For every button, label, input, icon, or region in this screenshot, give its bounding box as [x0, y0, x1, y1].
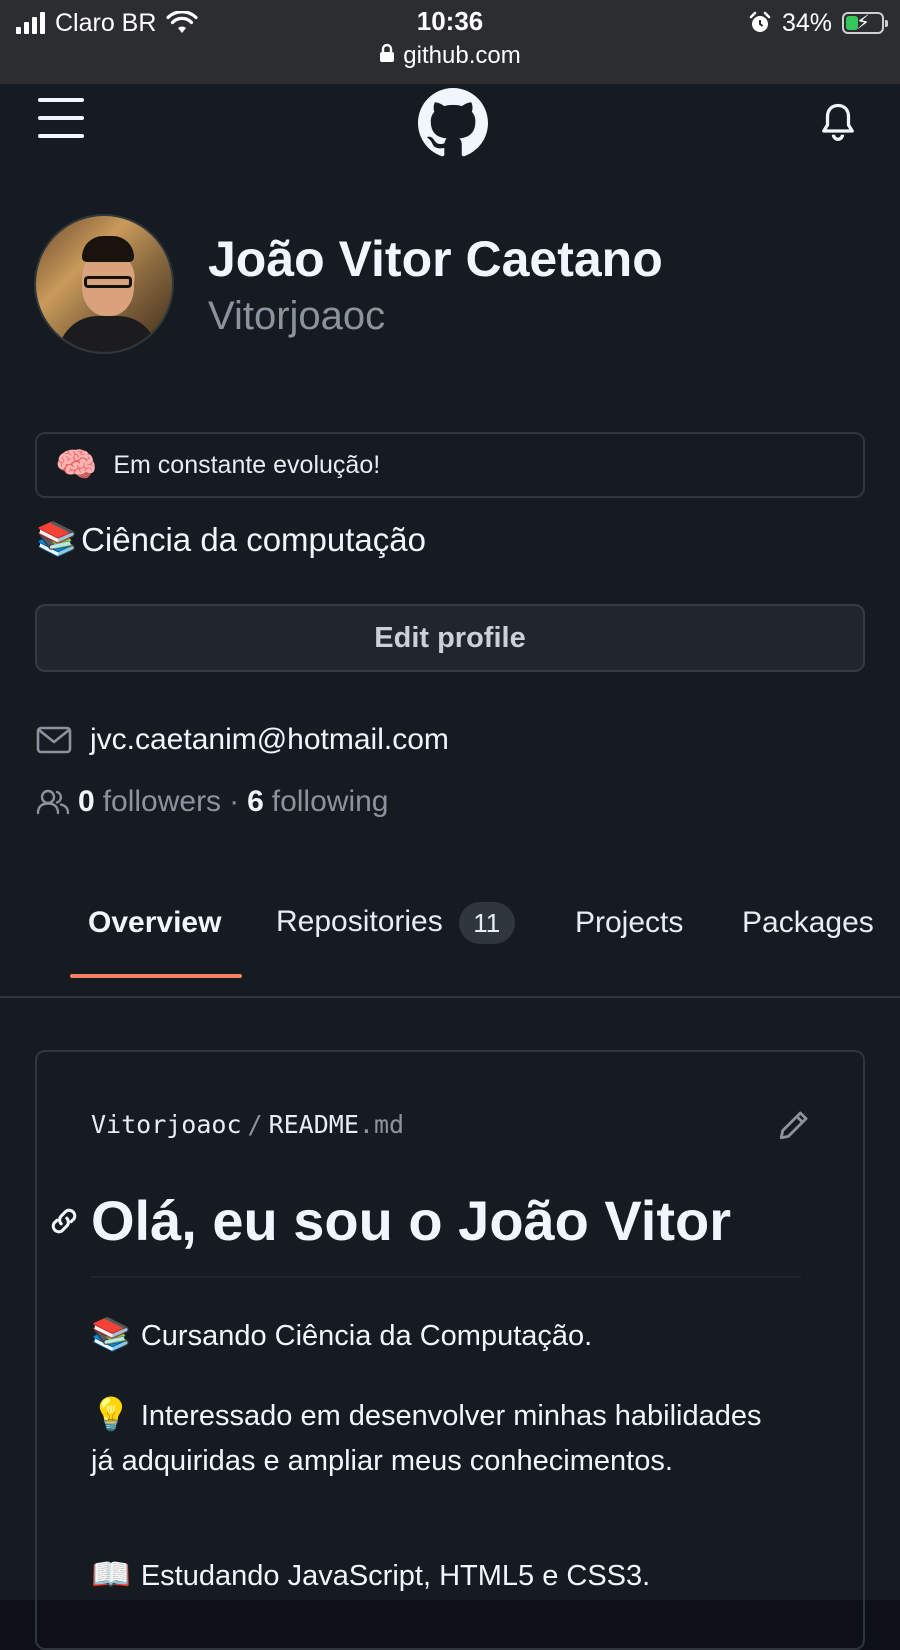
readme-path: Vitorjoaoc / README.md — [91, 1110, 404, 1139]
tab-projects[interactable]: Projects — [575, 906, 683, 940]
readme-file-base: README — [268, 1110, 359, 1139]
battery-icon: ⚡ — [842, 12, 888, 34]
active-tab-underline — [70, 974, 242, 978]
tab-overview[interactable]: Overview — [88, 906, 221, 940]
address-bar[interactable]: github.com — [0, 42, 900, 70]
ios-status-bar: Claro BR 10:36 34% ⚡ github.com — [0, 0, 900, 84]
email-row[interactable]: jvc.caetanim@hotmail.com — [36, 720, 449, 760]
readme-card: Vitorjoaoc / README.md Olá, eu sou o João … — [35, 1050, 865, 1650]
follow-separator: · — [229, 785, 240, 818]
lightbulb-emoji-icon: 💡 — [91, 1396, 131, 1432]
followers-label: followers — [102, 785, 222, 818]
avatar[interactable] — [34, 214, 174, 354]
avatar-hair — [82, 236, 134, 262]
readme-owner-link[interactable]: Vitorjoaoc — [91, 1110, 242, 1139]
follow-stats: 0 followers · 6 following — [36, 782, 388, 822]
profile-login: Vitorjoaoc — [208, 294, 386, 338]
books-emoji-icon: 📚 — [36, 520, 78, 557]
paragraph-text: Interessado em desenvolver minhas habili… — [91, 1400, 762, 1477]
profile-bio: 📚 Ciência da computação — [36, 520, 426, 559]
profile-name: João Vitor Caetano — [208, 231, 663, 287]
readme-paragraph: 💡 Interessado em desenvolver minhas habil… — [91, 1392, 791, 1484]
readme-paragraph: 📖 Estudando JavaScript, HTML5 e CSS3. — [91, 1552, 791, 1599]
readme-file-link[interactable]: README.md — [269, 1110, 404, 1139]
following-label: following — [271, 785, 389, 818]
readme-file-ext: .md — [358, 1110, 405, 1139]
repositories-count-badge: 11 — [458, 902, 515, 944]
status-text: Em constante evolução! — [113, 450, 381, 479]
people-icon — [36, 789, 70, 815]
alarm-icon — [749, 11, 771, 32]
tab-repositories-label: Repositories — [276, 904, 443, 938]
charging-bolt-icon: ⚡ — [855, 12, 871, 34]
paragraph-text: Estudando JavaScript, HTML5 e CSS3. — [140, 1560, 651, 1592]
status-right: 34% ⚡ — [748, 6, 888, 40]
tab-repositories[interactable]: Repositories 11 — [276, 902, 515, 944]
mail-icon — [36, 726, 72, 754]
heading-divider — [91, 1276, 801, 1278]
bell-icon[interactable] — [820, 102, 856, 142]
following-count: 6 — [247, 785, 264, 818]
path-separator: / — [247, 1110, 263, 1139]
github-mark-icon[interactable] — [418, 88, 488, 158]
edit-profile-button[interactable]: Edit profile — [35, 604, 865, 672]
paragraph-text: Cursando Ciência da Computação. — [140, 1320, 593, 1352]
battery-percent: 34% — [781, 8, 832, 37]
avatar-shirt — [58, 316, 158, 352]
link-icon[interactable] — [47, 1204, 81, 1238]
following-link[interactable]: 6 following — [247, 785, 388, 819]
followers-link[interactable]: 0 followers — [78, 785, 221, 819]
pencil-icon[interactable] — [777, 1108, 811, 1142]
hamburger-icon[interactable] — [38, 98, 84, 138]
bio-text: Ciência da computação — [81, 520, 426, 558]
github-header — [0, 84, 900, 170]
avatar-glasses — [84, 276, 132, 288]
url-text: github.com — [403, 42, 521, 69]
readme-paragraph: 📚 Cursando Ciência da Computação. — [91, 1312, 791, 1359]
tab-packages[interactable]: Packages — [742, 906, 874, 940]
books-emoji-icon: 📚 — [91, 1316, 131, 1352]
open-book-emoji-icon: 📖 — [91, 1556, 131, 1592]
lock-icon — [380, 43, 395, 62]
user-status[interactable]: 🧠 Em constante evolução! — [35, 432, 865, 498]
tabs-divider — [0, 996, 900, 998]
readme-heading: Olá, eu sou o João Vitor — [91, 1189, 731, 1252]
brain-emoji-icon: 🧠 — [55, 446, 98, 484]
followers-count: 0 — [78, 785, 95, 818]
email-link[interactable]: jvc.caetanim@hotmail.com — [90, 723, 449, 757]
